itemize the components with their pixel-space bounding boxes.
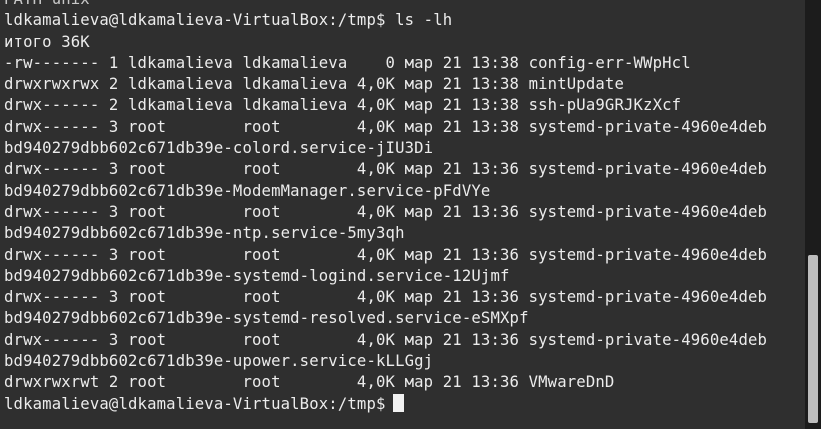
terminal-line: drwx------ 3 root root 4,0K мар 21 13:38… [4, 117, 768, 136]
terminal-line: drwx------ 2 ldkamalieva ldkamalieva 4,0… [4, 96, 682, 115]
terminal-line: drwx------ 3 root root 4,0K мар 21 13:36… [4, 202, 768, 221]
terminal-line: ldkamalieva@ldkamalieva-VirtualBox:/tmp$… [4, 11, 453, 30]
terminal-line: drwx------ 3 root root 4,0K мар 21 13:36… [4, 160, 768, 179]
text-cursor [392, 393, 404, 412]
terminal-line: bd940279dbb602c671db39e-systemd-logind.s… [4, 266, 510, 285]
terminal-output: PATH unix ldkamalieva@ldkamalieva-Virtua… [4, 0, 767, 415]
terminal-scrollbar[interactable] [805, 0, 821, 429]
terminal-line: итого 36K [4, 32, 90, 51]
terminal-line: bd940279dbb602c671db39e-colord.service-j… [4, 139, 434, 158]
terminal-line: bd940279dbb602c671db39e-ntp.service-5my3… [4, 224, 405, 243]
terminal-line: bd940279dbb602c671db39e-upower.service-k… [4, 352, 434, 371]
scrollbar-thumb[interactable] [808, 255, 818, 423]
shell-prompt: ldkamalieva@ldkamalieva-VirtualBox:/tmp$ [4, 394, 386, 413]
terminal-line: bd940279dbb602c671db39e-systemd-resolved… [4, 309, 529, 328]
terminal-line: drwxrwxrwt 2 root root 4,0K мар 21 13:36… [4, 373, 615, 392]
terminal-line: drwx------ 3 root root 4,0K мар 21 13:36… [4, 288, 768, 307]
terminal-line: drwxrwxrwx 2 ldkamalieva ldkamalieva 4,0… [4, 75, 624, 94]
terminal-window[interactable]: PATH unix ldkamalieva@ldkamalieva-Virtua… [0, 0, 805, 429]
terminal-line: -rw------- 1 ldkamalieva ldkamalieva 0 м… [4, 53, 691, 72]
terminal-line: drwx------ 3 root root 4,0K мар 21 13:36… [4, 330, 768, 349]
terminal-line: bd940279dbb602c671db39e-ModemManager.ser… [4, 181, 491, 200]
terminal-line: drwx------ 3 root root 4,0K мар 21 13:36… [4, 245, 768, 264]
terminal-line: PATH unix [4, 0, 767, 10]
terminal-prompt-line[interactable]: ldkamalieva@ldkamalieva-VirtualBox:/tmp$ [4, 393, 767, 415]
